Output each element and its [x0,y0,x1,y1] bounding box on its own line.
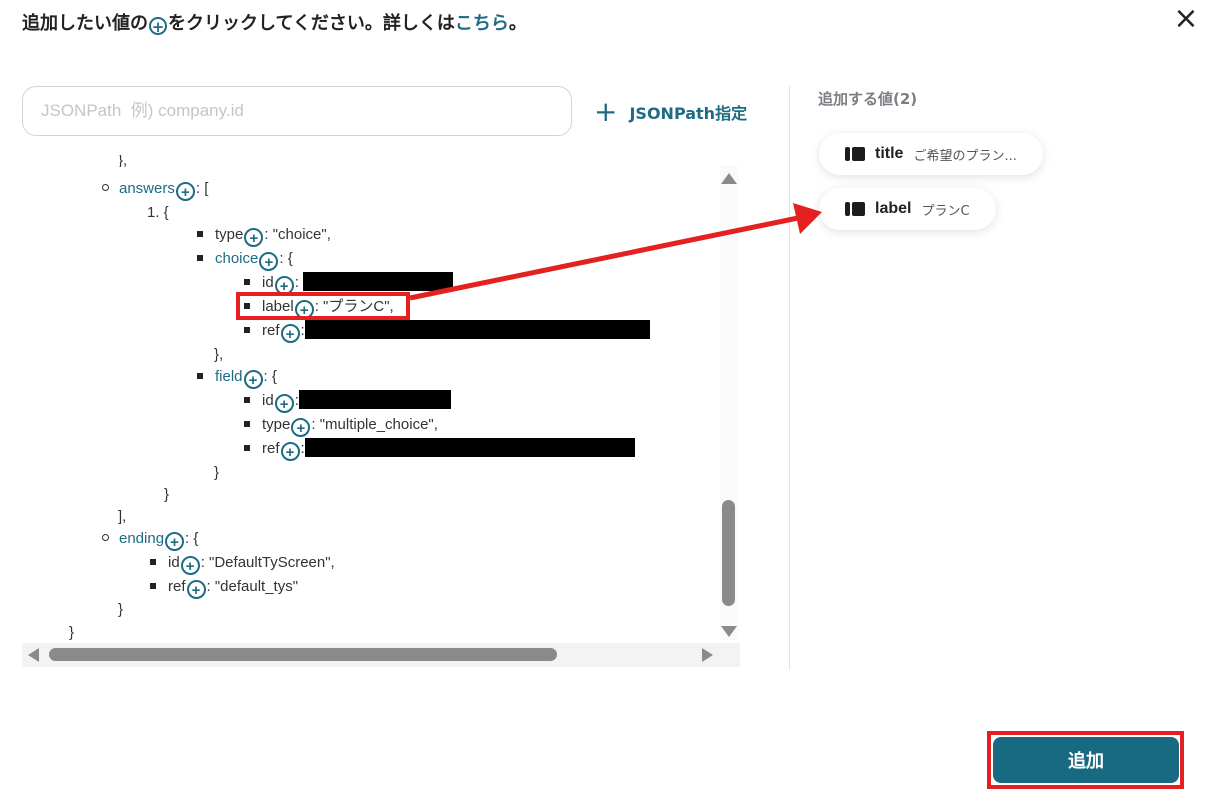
square-bullet-icon [197,231,203,237]
tree-close-brace: } [214,464,220,481]
tree-node-choice: choice +: { [197,247,293,271]
add-value-plus-icon[interactable]: + [291,418,311,437]
tree-key-ref: ref [168,578,186,595]
jsonpath-search-input[interactable] [22,86,572,136]
json-tree: }, answers +: [ 1. { type +: "choice", cho… [22,155,722,640]
square-bullet-icon [150,583,156,589]
tree-bracket: : { [279,250,293,267]
tree-node-field-type: type +: "multiple_choice", [244,413,438,437]
close-icon[interactable]: × [1172,4,1200,34]
square-bullet-icon [197,373,203,379]
tree-partial-line: }, [118,155,128,167]
tree-node-field-ref: ref +: [244,437,635,461]
square-bullet-icon [244,445,250,451]
tree-close-brace: } [69,624,75,640]
add-value-plus-icon[interactable]: + [280,442,300,461]
tree-value: : "multiple_choice", [311,416,438,433]
tree-value: : "choice", [264,226,331,243]
tree-key-id: id [168,554,180,571]
redacted-value [303,272,454,291]
add-button[interactable]: 追加 [993,737,1179,783]
tree-node-answers: answers +: [ [102,177,208,201]
add-value-plus-icon[interactable]: + [244,228,264,247]
panel-divider [789,86,790,670]
field-tag-icon [845,147,865,161]
square-bullet-icon [244,327,250,333]
tree-key-choice: choice [215,250,259,267]
instruction-text-after: をクリックしてください。詳しくは [168,13,455,34]
horizontal-scroll-thumb[interactable] [49,648,557,661]
square-bullet-icon [244,279,250,285]
circle-bullet-icon [102,184,109,191]
jsonpath-specify-label: JSONPath指定 [629,104,748,123]
vertical-scroll-thumb[interactable] [722,500,735,606]
plus-circle-icon: + [149,17,167,36]
square-bullet-icon [244,397,250,403]
tree-close-brace: }, [214,346,224,363]
label-highlight-box [236,292,410,320]
tree-sep: : [294,274,299,291]
square-bullet-icon [244,421,250,427]
chip-name: label [875,200,912,217]
scroll-down-arrow-icon[interactable] [721,626,737,637]
add-value-plus-icon[interactable]: + [243,370,263,389]
redacted-value [298,390,451,409]
tree-key-ref: ref [262,322,280,339]
add-value-plus-icon[interactable]: + [175,182,195,201]
redacted-value [304,438,635,457]
square-bullet-icon [197,255,203,261]
scroll-up-arrow-icon[interactable] [721,173,737,184]
instruction-text: 追加したい値の + をクリックしてください。詳しくはこちら。 [22,10,527,38]
instruction-text-end: 。 [508,13,527,34]
tree-bracket: : { [185,530,199,547]
tree-key-id: id [262,274,274,291]
redacted-value [304,320,650,339]
plus-icon: + [594,95,618,128]
added-value-chip-title[interactable]: title ご希望のプラン... [819,133,1043,175]
add-value-plus-icon[interactable]: + [165,532,185,551]
help-link[interactable]: こちら [455,13,509,34]
tree-node-choice-ref: ref +: [244,319,650,343]
square-bullet-icon [150,559,156,565]
tree-key-ref: ref [262,440,280,457]
added-value-chip-label[interactable]: label プランC [819,188,996,230]
tree-node-ending-id: id +: "DefaultTyScreen", [150,551,335,575]
tree-item-index: 1. { [147,204,169,221]
arrow-head [793,203,822,234]
tree-key-field: field [215,368,243,385]
chip-value: ご希望のプラン... [913,148,1017,164]
tree-key-ending: ending [119,530,165,547]
tree-key-answers: answers [119,180,175,197]
add-value-plus-icon[interactable]: + [280,324,300,343]
added-values-title: 追加する値(2) [818,90,918,108]
tree-node-field-id: id +: [244,389,451,413]
add-value-plus-icon[interactable]: + [274,394,294,413]
tree-close-brace: } [118,601,124,618]
circle-bullet-icon [102,534,109,541]
chip-value: プランC [921,203,970,219]
tree-key-id: id [262,392,274,409]
tree-node-type: type +: "choice", [197,223,331,247]
tree-close-bracket: ], [118,508,127,525]
tree-bracket: : { [263,368,277,385]
tree-node-ending-ref: ref +: "default_tys" [150,575,298,599]
chip-name: title [875,145,904,162]
add-value-plus-icon[interactable]: + [259,252,279,271]
tree-node-ending: ending +: { [102,527,198,551]
tree-value: : "default_tys" [206,578,299,595]
field-tag-icon [845,202,865,216]
tree-node-field: field +: { [197,365,277,389]
add-value-plus-icon[interactable]: + [180,556,200,575]
tree-key-type: type [215,226,244,243]
tree-key-type: type [262,416,291,433]
scroll-left-arrow-icon[interactable] [28,648,39,662]
tree-close-brace: } [164,486,170,503]
instruction-text-before: 追加したい値の [22,13,148,34]
tree-bracket: : [ [195,180,209,197]
scroll-right-arrow-icon[interactable] [702,648,713,662]
add-value-plus-icon[interactable]: + [186,580,206,599]
tree-value: : "DefaultTyScreen", [200,554,335,571]
jsonpath-specify-button[interactable]: + JSONPath指定 [594,96,747,128]
